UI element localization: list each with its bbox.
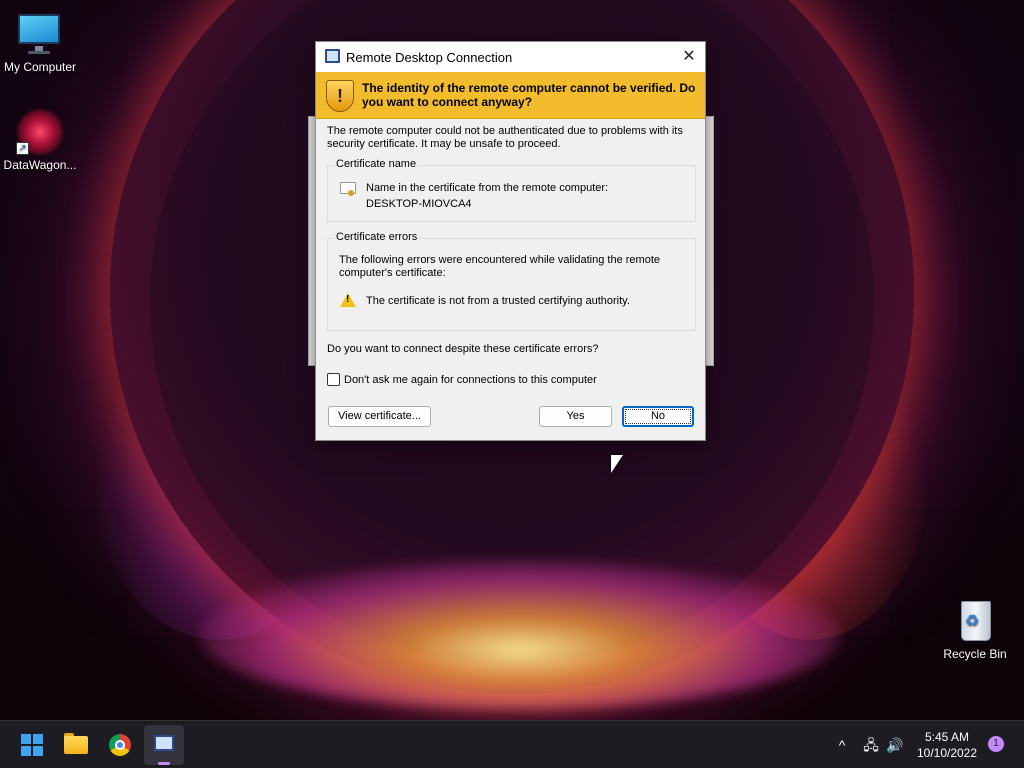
- desktop-icon-label: DataWagon...: [3, 158, 77, 172]
- no-button[interactable]: No: [622, 406, 694, 427]
- clock-time: 5:45 AM: [924, 730, 970, 744]
- security-shield-icon: !: [326, 80, 354, 112]
- taskbar: ^ 🖧 🔊 5:45 AM 10/10/2022: [0, 720, 1024, 768]
- view-certificate-button[interactable]: View certificate...: [328, 406, 431, 427]
- shortcut-arrow-icon: ↗: [16, 142, 29, 155]
- start-button[interactable]: [12, 725, 52, 765]
- certificate-error-item: The certificate is not from a trusted ce…: [366, 295, 630, 307]
- errors-description: The following errors were encountered wh…: [339, 254, 661, 279]
- banner-message: The identity of the remote computer cann…: [362, 81, 696, 109]
- warning-banner: ! The identity of the remote computer ca…: [316, 72, 705, 119]
- monitor-icon: [16, 10, 64, 58]
- datawagon-shortcut-icon: ↗: [16, 108, 64, 156]
- network-icon[interactable]: 🖧: [860, 721, 882, 768]
- yes-button[interactable]: Yes: [539, 406, 612, 427]
- taskbar-chrome[interactable]: [100, 725, 140, 765]
- wallpaper-glow-bottom: [200, 560, 840, 710]
- certificate-errors-group: Certificate errors The following errors …: [327, 231, 696, 331]
- desktop-icon-datawagon[interactable]: ↗ DataWagon...: [0, 108, 80, 172]
- desktop-icon-recycle-bin[interactable]: ♻ Recycle Bin: [935, 597, 1015, 661]
- taskbar-clock[interactable]: 5:45 AM 10/10/2022: [912, 729, 982, 761]
- intro-text: The remote computer could not be authent…: [327, 125, 683, 150]
- certificate-name-text: Name in the certificate from the remote …: [366, 180, 608, 212]
- show-hidden-icons-chevron-icon[interactable]: ^: [832, 721, 852, 768]
- dont-ask-again-label[interactable]: Don't ask me again for connections to th…: [344, 374, 597, 386]
- clock-date: 10/10/2022: [916, 746, 978, 760]
- certificate-name-value: DESKTOP-MIOVCA4: [366, 198, 472, 210]
- remote-desktop-icon: [154, 735, 174, 751]
- dont-ask-again-checkbox[interactable]: [327, 373, 340, 386]
- connect-question: Do you want to connect despite these cer…: [327, 343, 599, 355]
- taskbar-remote-desktop[interactable]: [144, 725, 184, 765]
- recycle-bin-icon: ♻: [951, 597, 999, 645]
- certificate-name-label: Name in the certificate from the remote …: [366, 182, 609, 194]
- dialog-titlebar[interactable]: Remote Desktop Connection ✕: [316, 42, 705, 72]
- group-legend: Certificate errors: [334, 231, 420, 243]
- desktop-icon-label: Recycle Bin: [943, 647, 1007, 661]
- close-icon[interactable]: ✕: [673, 42, 705, 72]
- no-button-label[interactable]: No: [625, 409, 691, 424]
- group-legend: Certificate name: [334, 158, 419, 170]
- mouse-cursor-icon: [611, 455, 623, 473]
- certificate-icon: [340, 182, 356, 196]
- dialog-title: Remote Desktop Connection: [346, 50, 513, 65]
- folder-icon: [64, 736, 88, 754]
- windows-logo-icon: [21, 734, 43, 756]
- taskbar-file-explorer[interactable]: [56, 725, 96, 765]
- volume-icon[interactable]: 🔊: [884, 721, 906, 768]
- desktop-icon-my-computer[interactable]: My Computer: [0, 10, 80, 74]
- desktop-icon-label: My Computer: [3, 60, 77, 74]
- notification-badge[interactable]: 1: [988, 736, 1004, 752]
- remote-desktop-icon: [325, 49, 340, 63]
- rdp-certificate-dialog: Remote Desktop Connection ✕ ! The identi…: [315, 41, 706, 441]
- active-app-indicator: [158, 762, 170, 765]
- certificate-name-group: Certificate name Name in the certificate…: [327, 158, 696, 222]
